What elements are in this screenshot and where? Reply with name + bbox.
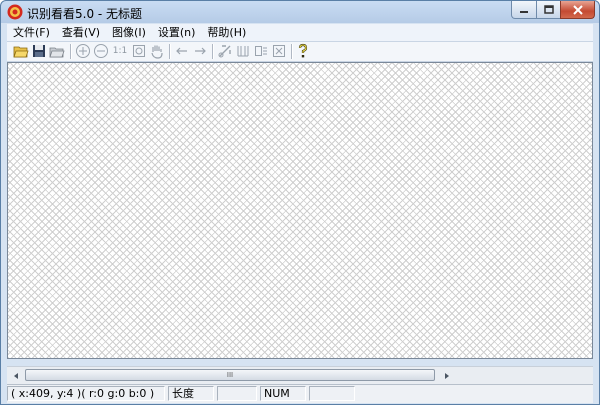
status-empty [217, 386, 257, 401]
title-bar[interactable]: 识别看看5.0 - 无标题 [1, 1, 599, 23]
app-logo-icon [7, 4, 23, 20]
text-columns-icon [237, 46, 249, 57]
status-length: 长度 [168, 386, 214, 401]
horizontal-scrollbar[interactable]: III [7, 366, 593, 384]
app-window: 识别看看5.0 - 无标题 文件(F) 查看(V) 图像(I) 设置(n) 帮助… [0, 0, 600, 405]
help-button[interactable] [295, 43, 311, 59]
maximize-icon [543, 4, 554, 14]
toolbar-separator [169, 44, 171, 59]
scroll-right-icon [444, 372, 449, 379]
fit-window-icon [133, 45, 145, 57]
menu-file[interactable]: 文件(F) [7, 24, 56, 41]
back-button[interactable] [174, 43, 190, 59]
close-button[interactable] [560, 1, 595, 19]
menu-help[interactable]: 帮助(H) [201, 24, 252, 41]
close-icon [572, 4, 583, 15]
menu-settings[interactable]: 设置(n) [152, 24, 202, 41]
open-button[interactable] [13, 43, 29, 59]
scroll-thumb[interactable]: III [25, 369, 435, 381]
open-recent-button[interactable] [49, 43, 65, 59]
menu-view[interactable]: 查看(V) [56, 24, 106, 41]
save-button[interactable] [31, 43, 47, 59]
help-icon [298, 43, 308, 58]
save-icon [33, 45, 45, 57]
minimize-icon [520, 10, 528, 13]
select-region-button[interactable] [271, 43, 287, 59]
scroll-left-icon [13, 372, 18, 379]
actual-size-icon: 1:1 [112, 46, 128, 56]
select-region-icon [273, 45, 285, 57]
toolbar-separator [70, 44, 72, 59]
zoom-out-button[interactable] [93, 43, 109, 59]
maximize-button[interactable] [536, 1, 561, 19]
menu-bar: 文件(F) 查看(V) 图像(I) 设置(n) 帮助(H) [7, 24, 593, 42]
toolbar: 1:1 [7, 42, 593, 62]
text-blocks-icon [255, 46, 267, 56]
window-title: 识别看看5.0 - 无标题 [27, 7, 143, 21]
open-recent-icon [49, 47, 65, 58]
scroll-right-button[interactable] [439, 368, 454, 383]
text-columns-button[interactable] [235, 43, 251, 59]
zoom-in-button[interactable] [75, 43, 91, 59]
fit-window-button[interactable] [131, 43, 147, 59]
actual-size-button[interactable]: 1:1 [111, 43, 129, 59]
zoom-in-icon [76, 44, 90, 58]
arrow-left-icon [176, 47, 187, 55]
minimize-button[interactable] [511, 1, 537, 19]
scroll-left-button[interactable] [8, 368, 23, 383]
status-num: NUM [260, 386, 306, 401]
toolbar-separator [291, 44, 293, 59]
crop-button[interactable] [217, 43, 233, 59]
image-canvas[interactable] [7, 62, 593, 359]
forward-button[interactable] [192, 43, 208, 59]
hand-pan-icon [151, 45, 163, 59]
status-empty [309, 386, 355, 401]
open-folder-icon [13, 46, 29, 58]
status-bar: ( x:409, y:4 )( r:0 g:0 b:0 ) 长度 NUM [7, 384, 593, 403]
hand-pan-button[interactable] [149, 43, 165, 59]
status-coords: ( x:409, y:4 )( r:0 g:0 b:0 ) [7, 386, 165, 401]
text-blocks-button[interactable] [253, 43, 269, 59]
crop-icon [218, 45, 231, 58]
menu-image[interactable]: 图像(I) [106, 24, 152, 41]
arrow-right-icon [195, 47, 206, 55]
toolbar-separator [212, 44, 214, 59]
zoom-out-icon [94, 44, 108, 58]
